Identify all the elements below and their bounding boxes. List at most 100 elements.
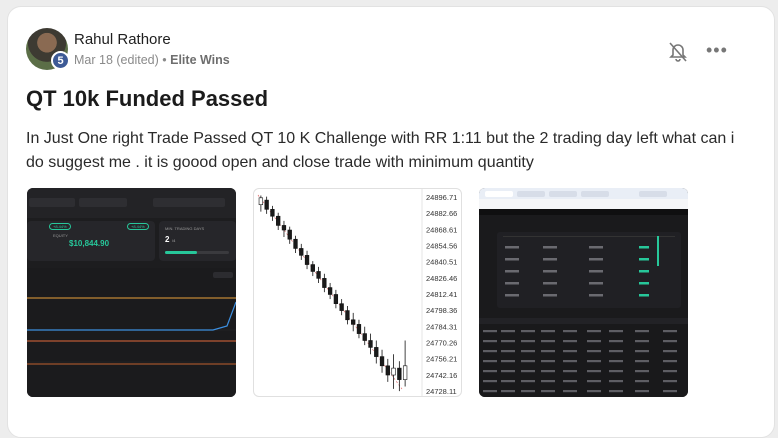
history-cell	[483, 380, 497, 383]
days-progress	[165, 251, 229, 254]
candle-body	[356, 324, 362, 334]
history-cell	[663, 340, 677, 343]
candle-body	[287, 229, 292, 240]
days-label: MIN. TRADING DAYS	[165, 226, 205, 231]
candle-body	[397, 367, 402, 380]
history-cell	[609, 330, 623, 333]
history-cell	[587, 370, 601, 373]
history-cell	[501, 340, 515, 343]
attachment-image-trade-history[interactable]	[479, 188, 688, 397]
candle-body	[316, 271, 321, 279]
history-cell	[563, 370, 577, 373]
price-tick-label: 24896.71	[426, 193, 457, 202]
history-cell	[609, 370, 623, 373]
more-options-icon[interactable]: •••	[706, 41, 728, 59]
candle-body	[362, 333, 367, 341]
equity-pill-1: +8.44%	[49, 223, 71, 230]
price-tick-label: 24840.51	[426, 258, 457, 267]
summary-cell	[589, 246, 603, 249]
history-cell	[521, 390, 535, 393]
bookmarks-bar	[479, 199, 688, 209]
price-tick-label: 24798.36	[426, 306, 457, 315]
history-cell	[635, 370, 649, 373]
summary-cell	[589, 282, 603, 285]
summary-cell	[639, 258, 649, 261]
table-rows	[483, 246, 677, 393]
candle-body	[391, 367, 396, 376]
summary-cell	[505, 282, 519, 285]
summary-cell	[589, 258, 603, 261]
price-tick-label: 24770.26	[426, 339, 457, 348]
candle-body	[339, 303, 344, 311]
history-cell	[501, 330, 515, 333]
candle-body	[351, 319, 356, 325]
candle-body	[327, 287, 333, 295]
attachment-image-dashboard[interactable]: EQUITY $10,844.90 +8.44% +8.44% MIN. TRA…	[27, 188, 236, 397]
history-cell	[501, 370, 515, 373]
candle-body	[293, 238, 298, 249]
summary-cell	[589, 270, 603, 273]
candle-body	[258, 197, 264, 206]
level-badge: 5	[51, 51, 70, 70]
history-cell	[521, 380, 535, 383]
community-link[interactable]: Elite Wins	[170, 53, 230, 67]
history-cell	[501, 350, 515, 353]
days-value: 2	[165, 235, 170, 244]
price-tick-label: 24854.56	[426, 242, 457, 251]
candle-body	[345, 310, 350, 321]
history-cell	[587, 350, 601, 353]
history-cell	[663, 370, 677, 373]
history-cell	[541, 360, 555, 363]
post-meta: Mar 18 (edited) • Elite Wins	[74, 53, 230, 67]
history-cell	[635, 360, 649, 363]
candlestick-chart: 24896.71 24882.66 24868.61 24854.56 24840.51…	[257, 189, 457, 396]
meta-separator: •	[162, 53, 167, 67]
browser-tabbar	[479, 188, 688, 199]
candle-body	[299, 248, 304, 256]
history-cell	[541, 390, 555, 393]
history-cell	[563, 360, 577, 363]
summary-cell	[543, 282, 557, 285]
history-cell	[587, 340, 601, 343]
history-cell	[541, 370, 555, 373]
history-cell	[521, 370, 535, 373]
history-cell	[663, 350, 677, 353]
history-cell	[609, 390, 623, 393]
summary-cell	[589, 294, 603, 297]
history-cell	[501, 360, 515, 363]
candle-body	[333, 294, 339, 304]
bell-off-icon[interactable]	[668, 41, 688, 63]
history-cell	[609, 340, 623, 343]
price-tick-label: 24784.31	[426, 322, 457, 331]
attachment-image-candles[interactable]: 24896.71 24882.66 24868.61 24854.56 24840.51…	[253, 188, 462, 397]
history-cell	[635, 330, 649, 333]
history-cell	[563, 340, 577, 343]
equity-pill-2: +8.44%	[127, 223, 149, 230]
price-tick-label: 24742.16	[426, 371, 457, 380]
history-cell	[521, 360, 535, 363]
candle-body	[374, 347, 379, 357]
summary-cell	[505, 270, 519, 273]
history-cell	[587, 360, 601, 363]
price-tick-label: 24756.21	[426, 355, 457, 364]
summary-cell	[639, 246, 649, 249]
candle-body	[304, 255, 310, 265]
summary-cell	[505, 246, 519, 249]
candle-body	[270, 209, 275, 217]
history-cell	[663, 380, 677, 383]
history-cell	[501, 390, 515, 393]
history-cell	[563, 390, 577, 393]
chart-chip	[213, 272, 233, 278]
history-cell	[483, 350, 497, 353]
history-cell	[483, 340, 497, 343]
history-cell	[483, 360, 497, 363]
author-name[interactable]: Rahul Rathore	[74, 31, 171, 48]
candle-body	[322, 278, 327, 288]
history-cell	[635, 350, 649, 353]
history-cell	[663, 330, 677, 333]
history-cell	[563, 380, 577, 383]
price-tick-label: 24868.61	[426, 225, 457, 234]
equity-line-chart	[27, 268, 236, 397]
summary-cell	[505, 258, 519, 261]
price-tick-label: 24826.46	[426, 274, 457, 283]
